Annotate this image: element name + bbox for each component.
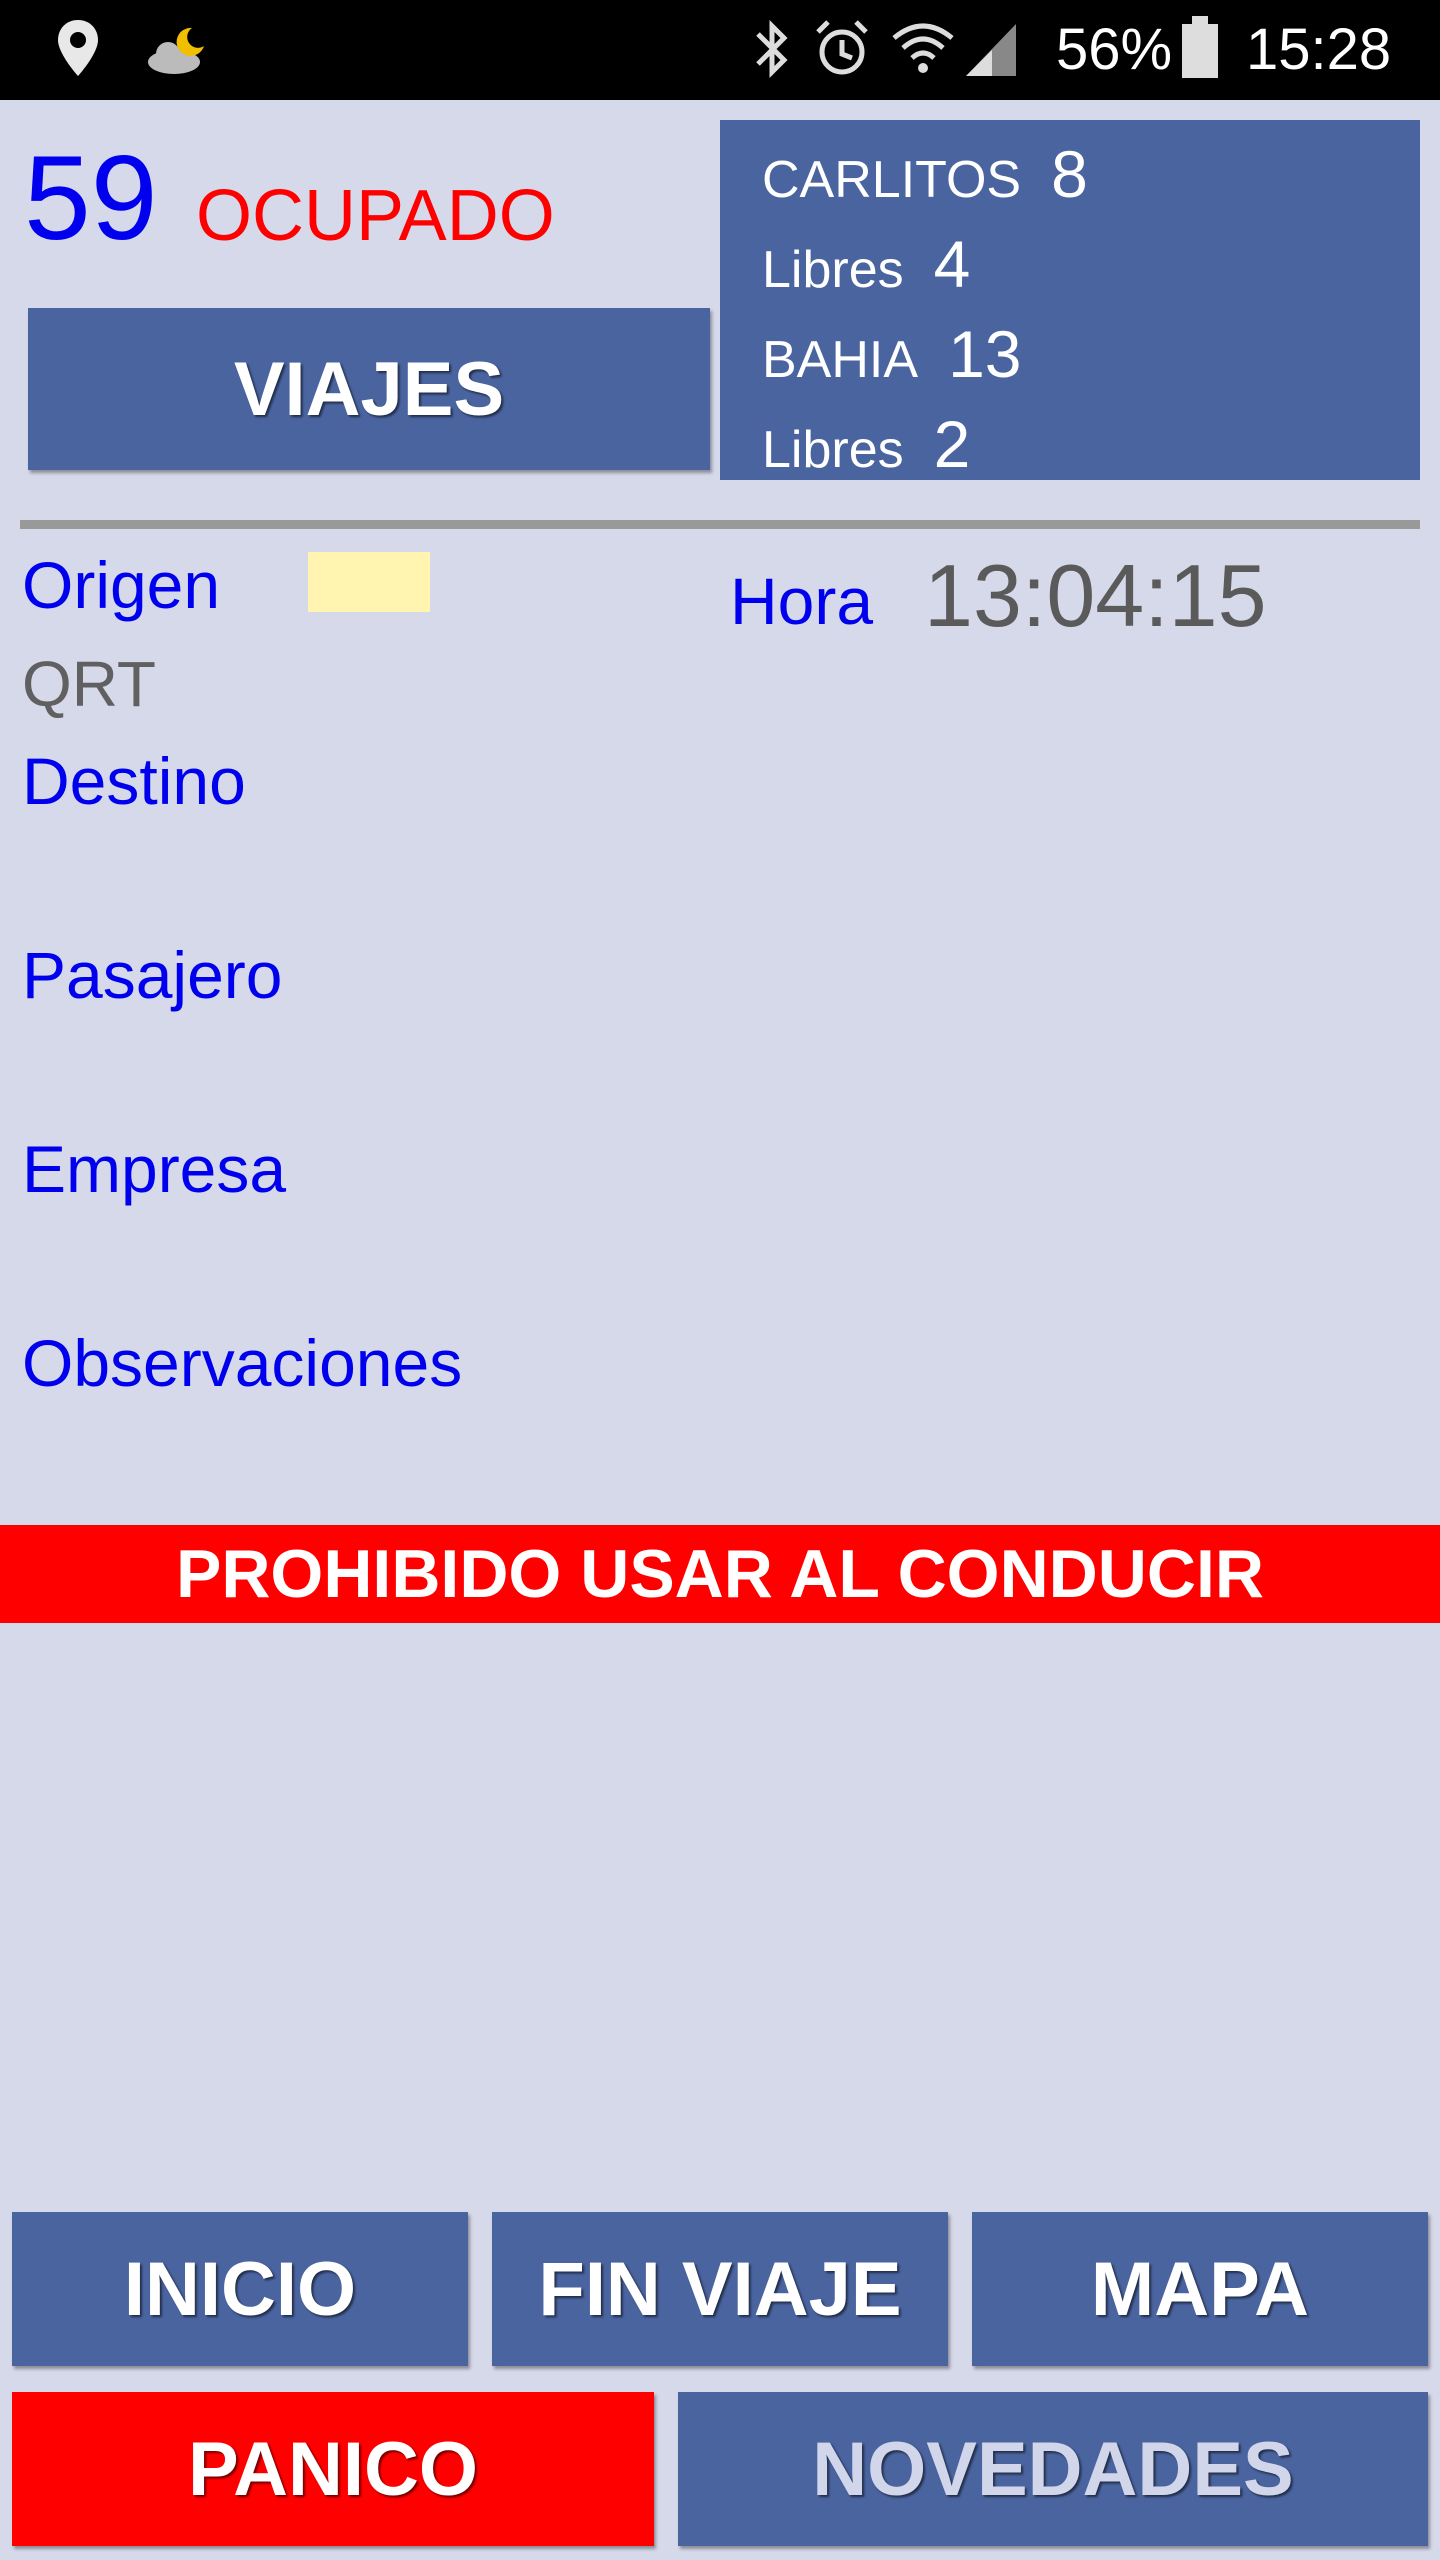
stop-label: CARLITOS bbox=[762, 151, 1022, 209]
location-icon bbox=[56, 18, 100, 83]
inicio-button[interactable]: INICIO bbox=[12, 2212, 468, 2366]
hora-value: 13:04:15 bbox=[924, 546, 1267, 645]
origen-value: QRT bbox=[22, 648, 156, 720]
stop-row: BAHIA 13 bbox=[762, 316, 1021, 392]
stop-value: 2 bbox=[933, 407, 971, 481]
stop-value: 4 bbox=[933, 227, 971, 301]
divider bbox=[20, 520, 1420, 529]
observaciones-label: Observaciones bbox=[22, 1326, 463, 1400]
status-bar: 56% 15:28 bbox=[0, 0, 1440, 100]
destino-label: Destino bbox=[22, 744, 246, 818]
unit-number: 59 bbox=[24, 131, 158, 265]
stop-row: CARLITOS 8 bbox=[762, 136, 1088, 212]
stop-row: Libres 2 bbox=[762, 406, 970, 482]
stop-label: BAHIA bbox=[762, 331, 919, 389]
stop-label: Libres bbox=[762, 421, 904, 479]
empresa-label: Empresa bbox=[22, 1132, 287, 1206]
battery-percent: 56% bbox=[1056, 17, 1173, 82]
stop-value: 8 bbox=[1051, 137, 1088, 211]
mapa-button[interactable]: MAPA bbox=[972, 2212, 1428, 2366]
unit-status: OCUPADO bbox=[196, 176, 555, 256]
driving-warning-banner: PROHIBIDO USAR AL CONDUCIR bbox=[0, 1525, 1440, 1623]
stop-label: Libres bbox=[762, 241, 904, 299]
origen-indicator bbox=[308, 552, 430, 612]
signal-icon bbox=[962, 18, 1020, 85]
alarm-icon bbox=[814, 18, 870, 85]
stop-row: Libres 4 bbox=[762, 226, 970, 302]
weather-night-icon bbox=[146, 24, 208, 81]
bluetooth-icon bbox=[752, 18, 792, 85]
origen-label: Origen bbox=[22, 548, 221, 622]
wifi-icon bbox=[890, 18, 956, 85]
fin-viaje-button[interactable]: FIN VIAJE bbox=[492, 2212, 948, 2366]
stops-panel: CARLITOS 8 Libres 4 BAHIA 13 Libres 2 bbox=[720, 120, 1420, 482]
novedades-button[interactable]: NOVEDADES bbox=[678, 2392, 1428, 2546]
hora-label: Hora bbox=[730, 564, 874, 638]
panico-button[interactable]: PANICO bbox=[12, 2392, 654, 2546]
viajes-button[interactable]: VIAJES bbox=[28, 308, 710, 470]
clock: 15:28 bbox=[1246, 17, 1392, 82]
pasajero-label: Pasajero bbox=[22, 938, 283, 1012]
stop-value: 13 bbox=[948, 317, 1022, 391]
battery-icon bbox=[1180, 16, 1220, 85]
